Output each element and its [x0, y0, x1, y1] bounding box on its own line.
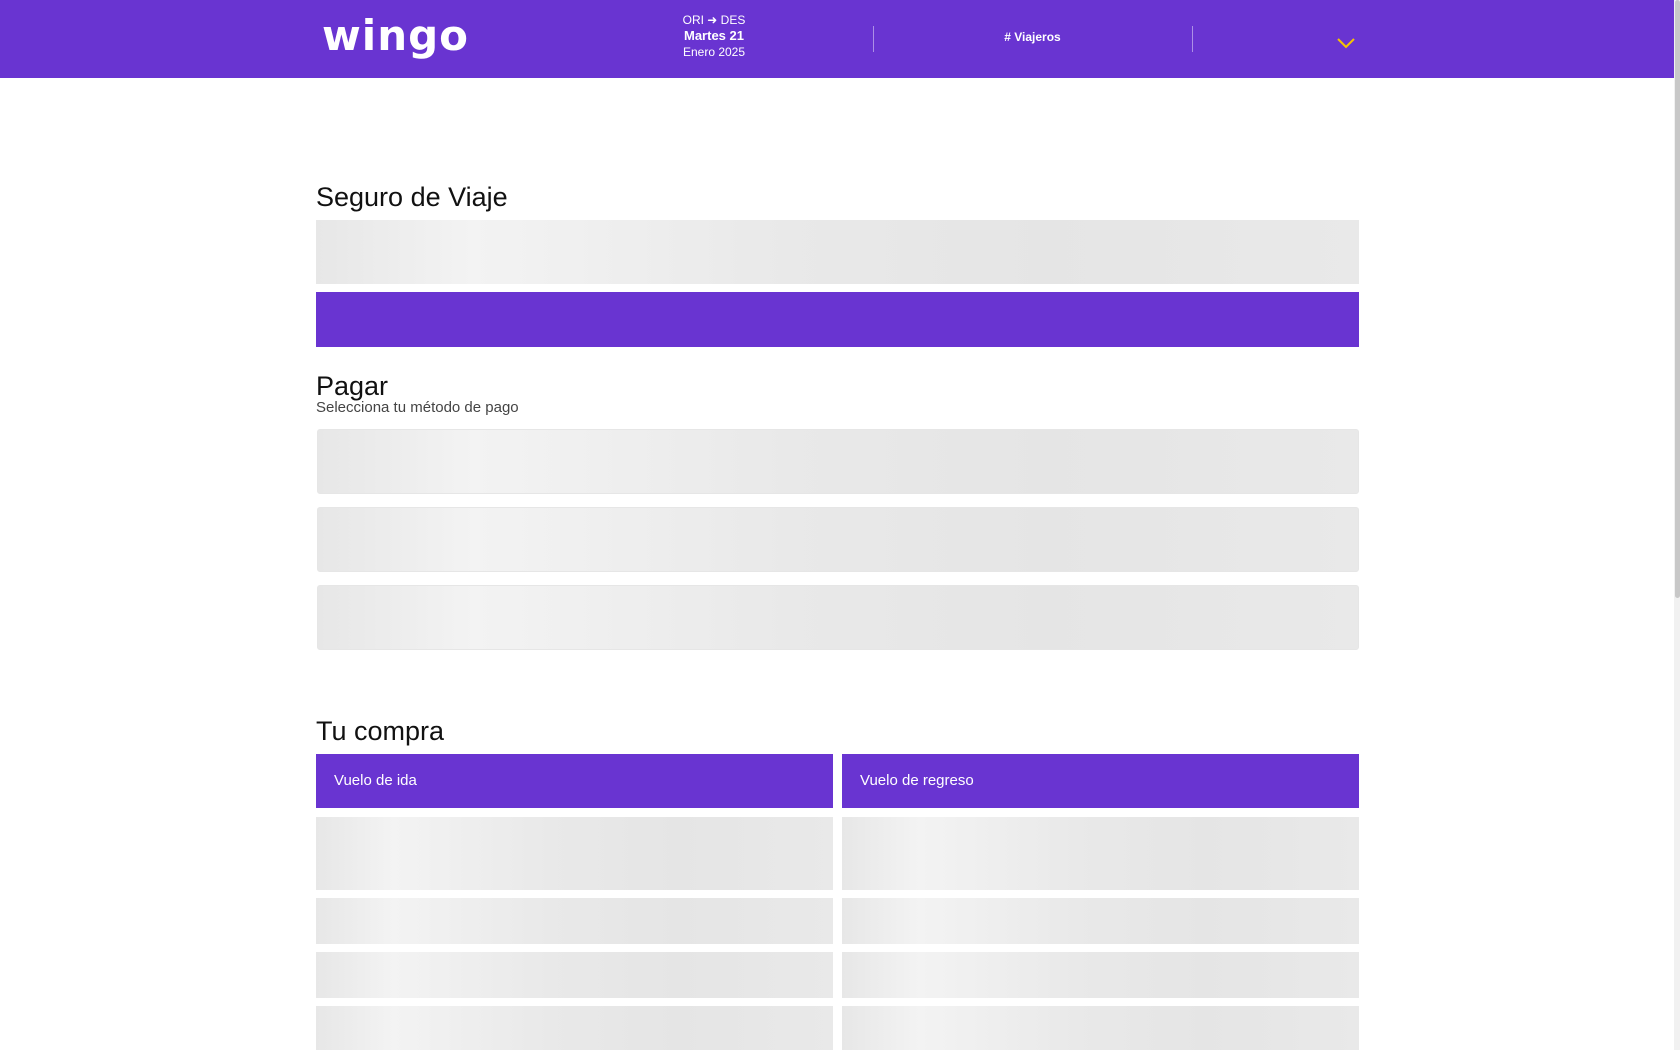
payment-method-option[interactable] — [317, 429, 1359, 494]
payment-title: Pagar — [316, 371, 389, 401]
trip-date-month: Enero 2025 — [682, 45, 746, 59]
top-header: wingo ORI ➜ DES Martes 21 Enero 2025 # V… — [0, 0, 1674, 78]
route-label: ORI ➜ DES — [682, 13, 746, 27]
purchase-title: Tu compra — [316, 716, 445, 746]
insurance-placeholder — [316, 220, 1359, 284]
payment-subtitle: Selecciona tu método de pago — [316, 399, 519, 416]
page-scrollbar-thumb[interactable] — [1675, 0, 1680, 598]
insurance-title: Seguro de Viaje — [316, 182, 508, 212]
insurance-action-bar[interactable] — [316, 292, 1359, 347]
header-divider — [873, 26, 874, 52]
outbound-row-placeholder — [316, 1006, 833, 1050]
return-row-placeholder — [842, 1006, 1359, 1050]
outbound-row-placeholder — [316, 898, 833, 944]
travellers-label[interactable]: # Viajeros — [980, 30, 1085, 44]
outbound-summary-placeholder — [316, 817, 833, 890]
return-row-placeholder — [842, 952, 1359, 998]
wingo-logo[interactable]: wingo — [322, 10, 469, 62]
header-divider — [1192, 26, 1193, 52]
trip-date-day: Martes 21 — [684, 28, 744, 43]
return-summary-placeholder — [842, 817, 1359, 890]
chevron-down-icon[interactable] — [1336, 36, 1356, 50]
payment-method-option[interactable] — [317, 507, 1359, 572]
outbound-row-placeholder — [316, 952, 833, 998]
return-row-placeholder — [842, 898, 1359, 944]
tab-outbound-flight[interactable]: Vuelo de ida — [316, 754, 833, 808]
trip-summary[interactable]: ORI ➜ DES Martes 21 Enero 2025 — [654, 12, 774, 60]
tab-return-flight[interactable]: Vuelo de regreso — [842, 754, 1359, 808]
payment-method-option[interactable] — [317, 585, 1359, 650]
